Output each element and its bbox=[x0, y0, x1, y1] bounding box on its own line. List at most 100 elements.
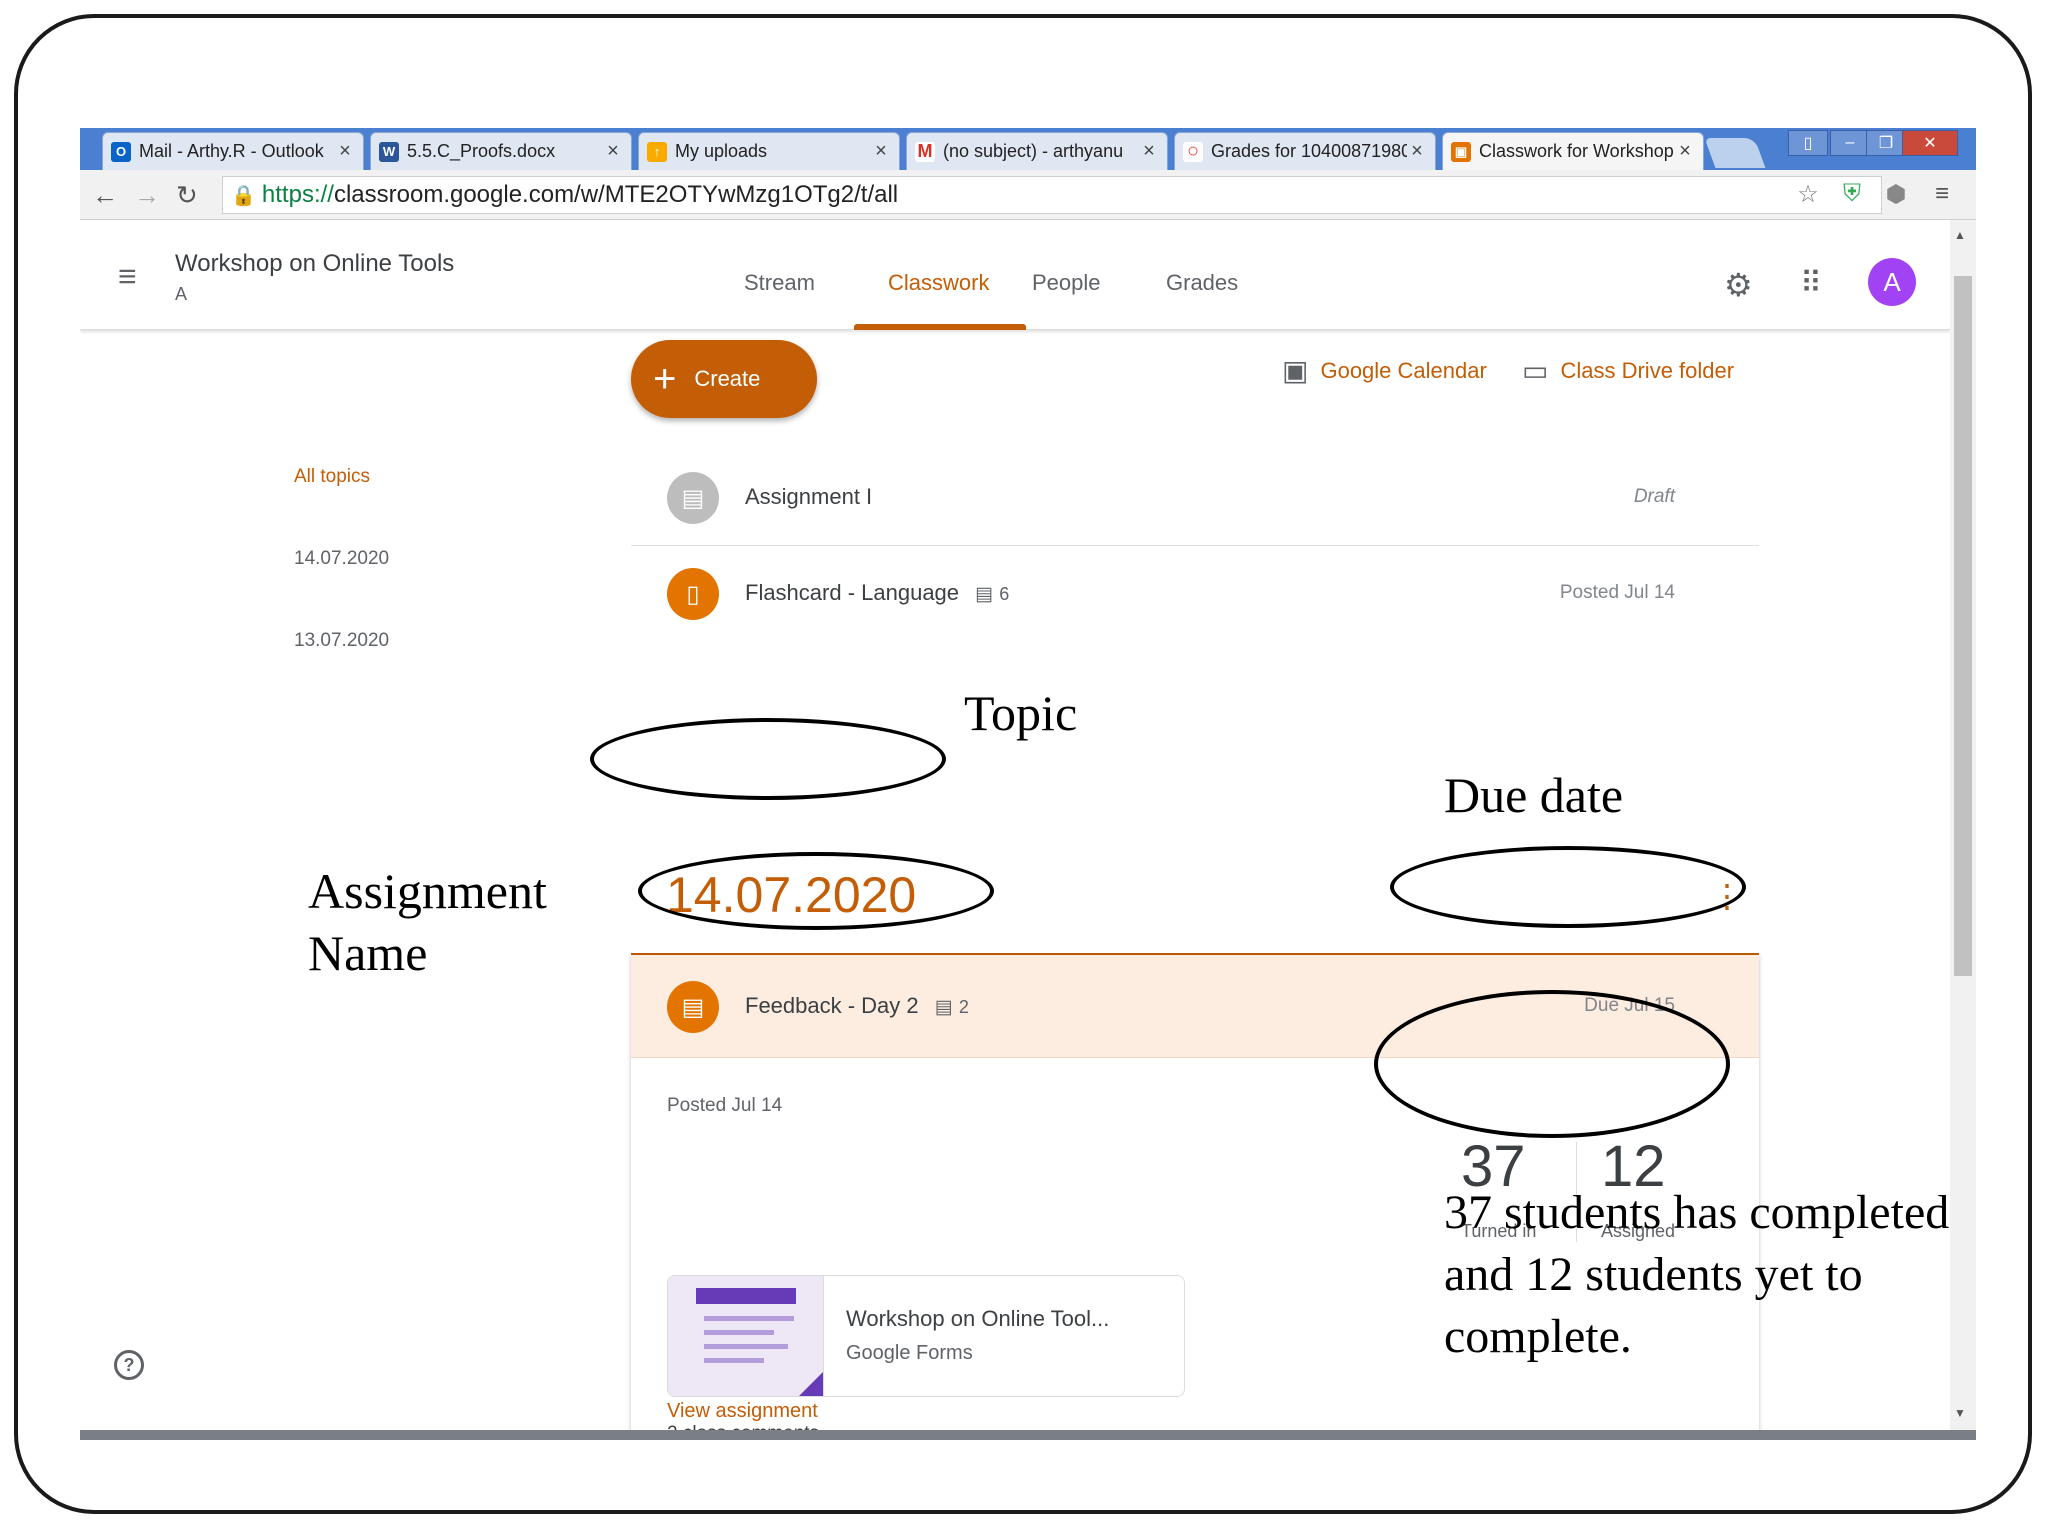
tab-grades[interactable]: Grades bbox=[1166, 270, 1238, 296]
word-icon: W bbox=[379, 141, 399, 162]
topic-all[interactable]: All topics bbox=[294, 466, 370, 488]
google-calendar-label: Google Calendar bbox=[1320, 357, 1487, 383]
stream-item-assignment-i[interactable]: ▤ Assignment I Draft bbox=[631, 450, 1759, 546]
tab-gmail[interactable]: M (no subject) - arthyanu × bbox=[906, 132, 1168, 170]
new-tab-button[interactable] bbox=[1704, 138, 1766, 168]
lock-icon: 🔒 bbox=[231, 184, 256, 207]
tab-label: My uploads bbox=[675, 141, 768, 161]
grades-icon: ○ bbox=[1183, 140, 1203, 162]
drive-folder-label: Class Drive folder bbox=[1560, 357, 1735, 383]
close-icon[interactable]: × bbox=[1139, 140, 1159, 163]
assignment-title-text: Feedback - Day 2 bbox=[745, 993, 919, 1018]
tab-classwork[interactable]: ▣ Classwork for Workshop × bbox=[1442, 132, 1704, 170]
user-icon[interactable]: ▯ bbox=[1788, 130, 1828, 156]
gear-icon[interactable]: ⚙ bbox=[1724, 266, 1753, 304]
due-date-annotation-oval bbox=[1390, 846, 1746, 928]
google-calendar-link[interactable]: ▣ Google Calendar bbox=[1282, 354, 1487, 387]
thumbnail-header-bar bbox=[696, 1288, 796, 1304]
assignment-icon: ▤ bbox=[667, 981, 719, 1033]
back-icon[interactable]: ← bbox=[92, 180, 118, 211]
thumbnail-line bbox=[704, 1316, 794, 1321]
tab-word-doc[interactable]: W 5.5.C_Proofs.docx × bbox=[370, 132, 632, 170]
topic-13-07-2020[interactable]: 13.07.2020 bbox=[294, 630, 389, 652]
assignment-title: Feedback - Day 2 ▤ 2 bbox=[745, 993, 969, 1019]
item-status: Draft bbox=[1633, 486, 1675, 507]
tab-label: Classwork for Workshop bbox=[1479, 141, 1674, 161]
close-window-button[interactable]: ✕ bbox=[1902, 130, 1958, 156]
close-icon[interactable]: × bbox=[1675, 140, 1695, 163]
material-icon: ▯ bbox=[667, 568, 719, 620]
hamburger-menu-icon[interactable]: ≡ bbox=[118, 258, 137, 295]
assignment-name-annotation-oval bbox=[638, 852, 994, 930]
close-icon[interactable]: × bbox=[871, 140, 891, 163]
create-button[interactable]: + Create bbox=[631, 340, 817, 418]
comment-count: 6 bbox=[999, 584, 1010, 604]
counts-annotation-oval bbox=[1374, 990, 1730, 1138]
windows-taskbar bbox=[80, 1430, 1976, 1440]
tab-people[interactable]: People bbox=[1032, 270, 1101, 296]
close-icon[interactable]: × bbox=[335, 140, 355, 163]
comment-count: 2 bbox=[958, 997, 969, 1017]
close-icon[interactable]: × bbox=[1407, 140, 1427, 163]
help-icon[interactable]: ? bbox=[114, 1350, 144, 1380]
forms-attachment[interactable]: Workshop on Online Tool... Google Forms bbox=[667, 1275, 1185, 1397]
active-tab-indicator bbox=[854, 324, 1026, 330]
item-title-text: Flashcard - Language bbox=[745, 580, 960, 605]
restore-button[interactable]: ❐ bbox=[1866, 130, 1906, 156]
due-date-annotation: Due date bbox=[1444, 767, 1624, 823]
classroom-icon: ▣ bbox=[1451, 141, 1471, 162]
forms-corner-icon bbox=[797, 1372, 823, 1396]
assignment-name-line1: Assignment bbox=[308, 863, 547, 919]
assignment-name-line2: Name bbox=[308, 925, 428, 981]
url-scheme: https:// bbox=[261, 181, 334, 208]
minimize-button[interactable]: – bbox=[1830, 130, 1870, 156]
url-path: classroom.google.com/w/MTE2OTYwMzg1OTg2/… bbox=[333, 181, 899, 208]
comment-icon: ▤ bbox=[934, 997, 953, 1018]
menu-icon[interactable]: ≡ bbox=[1926, 178, 1958, 210]
outlook-icon: O bbox=[111, 141, 131, 162]
stream-item-flashcard[interactable]: ▯ Flashcard - Language ▤ 6 Posted Jul 14 bbox=[631, 546, 1759, 642]
scroll-up-icon[interactable]: ▲ bbox=[1954, 228, 1966, 242]
forward-icon[interactable]: → bbox=[134, 180, 160, 211]
item-posted: Posted Jul 14 bbox=[1559, 582, 1675, 603]
class-drive-folder-link[interactable]: ▭ Class Drive folder bbox=[1522, 354, 1734, 387]
classroom-header: ≡ Workshop on Online Tools A Stream Clas… bbox=[80, 220, 1950, 330]
shield-icon[interactable]: ⛨ bbox=[1836, 178, 1868, 210]
close-icon[interactable]: × bbox=[603, 140, 623, 163]
topic-annotation: Topic bbox=[964, 685, 1078, 741]
class-title[interactable]: Workshop on Online Tools bbox=[175, 250, 454, 278]
star-icon[interactable]: ☆ bbox=[1792, 178, 1824, 210]
avatar[interactable]: A bbox=[1868, 258, 1916, 306]
plus-icon: + bbox=[653, 357, 677, 401]
extension-icon[interactable]: ⬢ bbox=[1880, 178, 1912, 210]
assignment-name-annotation: Assignment Name bbox=[308, 860, 547, 984]
tab-my-uploads[interactable]: ↑ My uploads × bbox=[638, 132, 900, 170]
forms-thumbnail bbox=[668, 1276, 824, 1396]
attachment-type: Google Forms bbox=[846, 1342, 973, 1364]
scroll-down-icon[interactable]: ▼ bbox=[1954, 1406, 1966, 1420]
tab-stream[interactable]: Stream bbox=[744, 270, 815, 296]
calendar-icon: ▣ bbox=[1282, 355, 1309, 386]
gmail-icon: M bbox=[915, 141, 935, 162]
tab-grades[interactable]: ○ Grades for 10400871980 × bbox=[1174, 132, 1436, 170]
view-assignment-link[interactable]: View assignment bbox=[667, 1400, 818, 1423]
scrollbar-thumb[interactable] bbox=[1954, 276, 1972, 976]
thumbnail-line bbox=[704, 1330, 774, 1335]
tab-classwork[interactable]: Classwork bbox=[888, 270, 989, 296]
create-label: Create bbox=[694, 366, 761, 391]
apps-grid-icon[interactable]: ⠿ bbox=[1800, 266, 1822, 301]
tab-label: 5.5.C_Proofs.docx bbox=[407, 141, 556, 161]
topic-14-07-2020[interactable]: 14.07.2020 bbox=[294, 548, 389, 570]
attachment-title: Workshop on Online Tool... bbox=[846, 1306, 1110, 1331]
posted-date: Posted Jul 14 bbox=[667, 1095, 783, 1116]
tab-label: Grades for 10400871980 bbox=[1211, 141, 1407, 161]
thumbnail-line bbox=[704, 1344, 788, 1349]
tab-outlook[interactable]: O Mail - Arthy.R - Outlook × bbox=[102, 132, 364, 170]
url-field[interactable]: 🔒 https:// classroom.google.com/w/MTE2OT… bbox=[222, 176, 1882, 214]
comment-icon: ▤ bbox=[975, 584, 994, 605]
tab-strip: O Mail - Arthy.R - Outlook × W 5.5.C_Pro… bbox=[80, 128, 1976, 170]
reload-icon[interactable]: ↻ bbox=[176, 180, 198, 211]
tab-label: (no subject) - arthyanu bbox=[943, 141, 1124, 161]
completion-statement: 37 students has completed and 12 student… bbox=[1444, 1186, 1950, 1363]
topic-annotation-oval bbox=[590, 718, 946, 800]
